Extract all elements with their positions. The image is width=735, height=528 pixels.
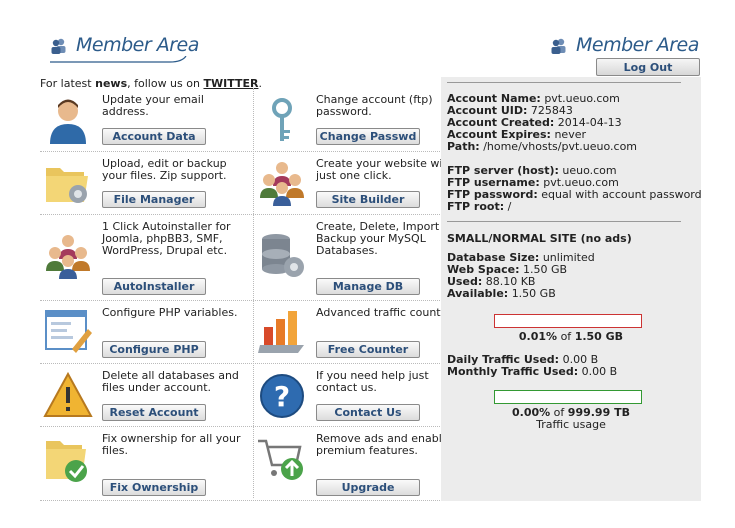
disk-usage-bar — [494, 314, 642, 328]
disk-usage-of: of — [557, 330, 575, 343]
monthly-traffic-label: Monthly Traffic Used: — [447, 365, 579, 378]
contact-us-button[interactable]: Contact Us — [316, 404, 420, 421]
file-manager-cell: Upload, edit or backup your files. Zip s… — [40, 152, 240, 214]
site-type: SMALL/NORMAL SITE (no ads) — [447, 232, 632, 245]
account-data-description: Update your email address. — [102, 93, 204, 118]
site-builder-description: Create your website with just one click. — [316, 157, 454, 182]
account-info-panel: Account Name: pvt.ueuo.com Account UID: … — [441, 77, 702, 501]
grid-divider — [40, 500, 440, 501]
change-passwd-button[interactable]: Change Passwd — [316, 128, 420, 145]
php-config-icon — [45, 310, 92, 353]
account-data-cell: Update your email address. Account Data — [40, 88, 240, 151]
reset-account-cell: Delete all databases and files under acc… — [40, 364, 240, 426]
cart-upgrade-icon — [258, 439, 303, 480]
title-underline — [50, 56, 187, 63]
account-path-label: Path: — [447, 140, 480, 153]
key-icon — [272, 98, 292, 141]
manage-db-description: Create, Delete, Import or Backup your My… — [316, 220, 454, 257]
monthly-traffic-row: Monthly Traffic Used: 0.00 B — [447, 366, 617, 378]
fix-ownership-description: Fix ownership for all your files. — [102, 432, 241, 457]
reset-account-button[interactable]: Reset Account — [102, 404, 206, 421]
people-icon — [260, 162, 304, 206]
change-passwd-description: Change account (ftp) password. — [316, 93, 433, 118]
members-icon — [51, 38, 66, 54]
member-area-title: Member Area — [76, 34, 199, 56]
folder-gear-icon — [46, 168, 88, 203]
autoinstaller-button[interactable]: AutoInstaller — [102, 278, 206, 295]
contact-us-description: If you need help just contact us. — [316, 369, 429, 394]
panel-divider — [447, 82, 681, 83]
disk-usage-total: 1.50 GB — [574, 330, 624, 343]
upgrade-button[interactable]: Upgrade — [316, 479, 420, 496]
monthly-traffic-value: 0.00 B — [581, 365, 618, 378]
configure-php-cell: Configure PHP variables. Configure PHP — [40, 301, 240, 363]
account-data-button[interactable]: Account Data — [102, 128, 206, 145]
traffic-usage-caption: Traffic usage — [536, 418, 606, 431]
configure-php-description: Configure PHP variables. — [102, 306, 238, 319]
reset-account-description: Delete all databases and files under acc… — [102, 369, 239, 394]
upgrade-cell: Remove ads and enable premium features. … — [254, 427, 454, 500]
member-area-title: Member Area — [576, 34, 699, 56]
fix-ownership-cell: Fix ownership for all your files. Fix Ow… — [40, 427, 241, 500]
site-builder-cell: Create your website with just one click.… — [254, 152, 454, 214]
ftp-root-row: FTP root: / — [447, 201, 511, 213]
available-value: 1.50 GB — [511, 287, 556, 300]
traffic-usage-bar — [494, 390, 642, 404]
disk-usage-text: 0.01% of 1.50 GB — [441, 330, 701, 343]
ftp-root-value: / — [507, 200, 512, 213]
manage-db-cell: Create, Delete, Import or Backup your My… — [254, 215, 454, 300]
available-label: Available: — [447, 287, 509, 300]
folder-check-icon — [46, 441, 87, 482]
bar-chart-icon — [258, 311, 304, 353]
disk-usage-percent: 0.01% — [518, 330, 558, 343]
header-left: Member Area — [50, 34, 200, 66]
file-manager-description: Upload, edit or backup your files. Zip s… — [102, 157, 227, 182]
change-passwd-cell: Change account (ftp) password. Change Pa… — [254, 88, 454, 151]
configure-php-button[interactable]: Configure PHP — [102, 341, 206, 358]
user-icon — [50, 99, 86, 144]
account-path-value: /home/vhosts/pvt.ueuo.com — [483, 140, 638, 153]
free-counter-button[interactable]: Free Counter — [316, 341, 420, 358]
fix-ownership-button[interactable]: Fix Ownership — [102, 479, 206, 496]
autoinstaller-cell: 1 Click Autoinstaller for Joomla, phpBB3… — [40, 215, 240, 300]
autoinstaller-description: 1 Click Autoinstaller for Joomla, phpBB3… — [102, 220, 231, 257]
warning-icon — [43, 371, 93, 417]
panel-divider — [447, 221, 681, 222]
svg-text:?: ? — [274, 380, 290, 413]
available-row: Available: 1.50 GB — [447, 288, 556, 300]
ftp-root-label: FTP root: — [447, 200, 505, 213]
logout-button[interactable]: Log Out — [596, 58, 700, 76]
manage-db-button[interactable]: Manage DB — [316, 278, 420, 295]
file-manager-button[interactable]: File Manager — [102, 191, 206, 208]
group-icon — [46, 235, 90, 279]
contact-us-cell: ? If you need help just contact us. Cont… — [254, 364, 454, 426]
help-icon: ? — [260, 374, 304, 418]
database-gear-icon — [262, 234, 304, 277]
ftp-password-value: equal with account password — [541, 188, 702, 201]
members-icon — [551, 38, 566, 54]
free-counter-description: Advanced traffic counter. — [316, 306, 455, 319]
upgrade-description: Remove ads and enable premium features. — [316, 432, 449, 457]
free-counter-cell: Advanced traffic counter. Free Counter — [254, 301, 454, 363]
site-type-row: SMALL/NORMAL SITE (no ads) — [447, 233, 632, 245]
account-path-row: Path: /home/vhosts/pvt.ueuo.com — [447, 141, 637, 153]
site-builder-button[interactable]: Site Builder — [316, 191, 420, 208]
